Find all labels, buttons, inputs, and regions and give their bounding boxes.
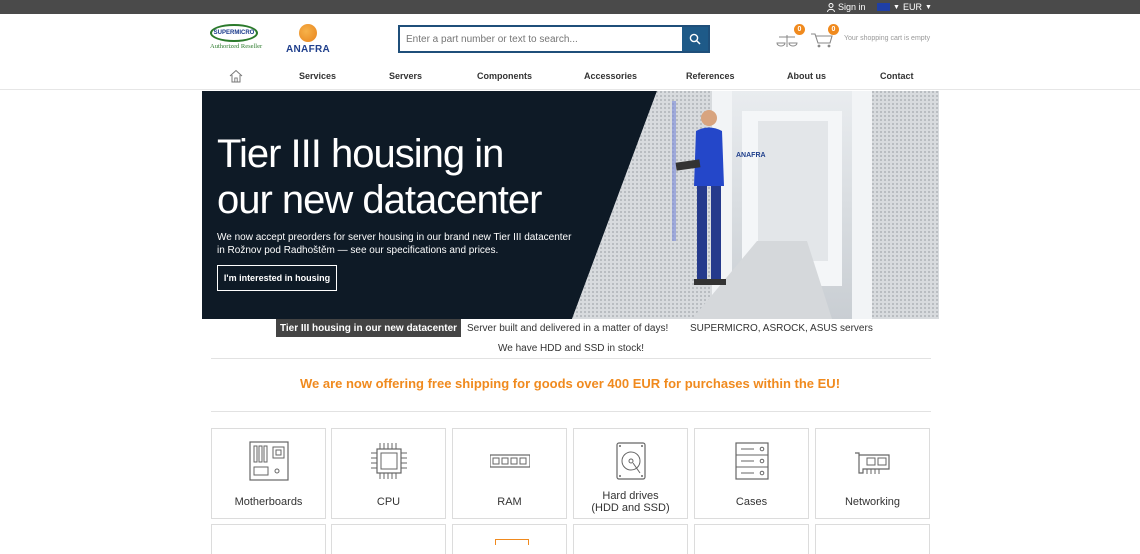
category-label: Motherboards (234, 496, 303, 508)
category-networking[interactable]: Networking (815, 428, 930, 519)
hero-banner[interactable]: Tier III housing in our new datacenter W… (202, 91, 939, 319)
category-tile-partial[interactable] (694, 524, 809, 554)
nav-item-accessories[interactable]: Accessories (584, 71, 637, 81)
chevron-down-icon: ▼ (924, 3, 932, 11)
housing-interest-button[interactable]: I'm interested in housing (217, 265, 337, 291)
category-label: Hard drives (602, 490, 659, 502)
cpu-icon (371, 443, 407, 479)
slider-tab[interactable]: Server built and delivered in a matter o… (467, 323, 668, 334)
search-button[interactable] (682, 27, 708, 51)
currency-selector[interactable]: ▼ EUR ▼ (877, 2, 932, 12)
category-label: Networking (844, 496, 901, 508)
hero-title: Tier III housing in our new datacenter (217, 132, 542, 222)
motherboard-icon (249, 441, 289, 481)
supermicro-logo-subtitle: Authorized Reseller (210, 43, 263, 50)
user-icon (827, 2, 835, 12)
category-label: CPU (376, 496, 401, 508)
cart-button[interactable]: 0 (810, 24, 839, 48)
search-bar (398, 25, 710, 53)
slider-tab[interactable]: SUPERMICRO, ASROCK, ASUS servers (690, 323, 873, 334)
category-tile-partial[interactable] (573, 524, 688, 554)
category-cases[interactable]: Cases (694, 428, 809, 519)
nav-item-about-us[interactable]: About us (787, 71, 826, 81)
server-case-icon (735, 442, 769, 480)
nav-item-contact[interactable]: Contact (880, 71, 914, 81)
slider-tab-active[interactable]: Tier III housing in our new datacenter (276, 319, 461, 337)
cart-count-badge: 0 (828, 24, 839, 35)
main-nav: Services Servers Components Accessories … (0, 64, 1140, 90)
category-cpu[interactable]: CPU (331, 428, 446, 519)
photo-shirt-logo: ANAFRA (736, 152, 766, 159)
category-label-sub: (HDD and SSD) (591, 502, 670, 514)
slider-tab[interactable]: We have HDD and SSD in stock! (498, 343, 644, 354)
datacenter-photo: ANAFRA (572, 91, 939, 319)
category-label: Cases (735, 496, 768, 508)
sign-in-label: Sign in (838, 2, 866, 12)
category-hard-drives[interactable]: Hard drives (HDD and SSD) (573, 428, 688, 519)
anafra-logo[interactable]: ANAFRA (286, 24, 330, 56)
promo-banner: We are now offering free shipping for go… (299, 376, 841, 391)
nav-item-services[interactable]: Services (299, 71, 336, 81)
anafra-logo-text: ANAFRA (286, 44, 331, 55)
category-label: RAM (497, 496, 522, 508)
category-tile-partial[interactable] (211, 524, 326, 554)
nav-item-components[interactable]: Components (477, 71, 532, 81)
nav-item-servers[interactable]: Servers (389, 71, 422, 81)
search-input[interactable] (400, 27, 682, 51)
header: SUPERMICRO Authorized Reseller ANAFRA 0 … (0, 14, 1140, 64)
ram-icon (490, 454, 530, 468)
category-motherboards[interactable]: Motherboards (211, 428, 326, 519)
nav-item-references[interactable]: References (686, 71, 735, 81)
category-icon-partial (495, 539, 529, 545)
hard-drive-icon (616, 442, 646, 480)
divider (211, 358, 931, 359)
cart-status-text: Your shopping cart is empty (844, 35, 931, 42)
supermicro-logo-mark: SUPERMICRO (210, 24, 258, 42)
anafra-logo-mark (299, 24, 317, 42)
supermicro-logo[interactable]: SUPERMICRO Authorized Reseller (210, 24, 272, 56)
category-tile-partial[interactable] (331, 524, 446, 554)
compare-count-badge: 0 (794, 24, 805, 35)
category-ram[interactable]: RAM (452, 428, 567, 519)
hero-description: We now accept preorders for server housi… (217, 232, 572, 256)
compare-scale-icon (776, 35, 798, 47)
chevron-down-icon: ▼ (893, 3, 900, 11)
category-tile-partial[interactable] (815, 524, 930, 554)
currency-label: EUR (902, 2, 922, 12)
compare-button[interactable]: 0 (776, 24, 805, 48)
network-card-icon (855, 452, 890, 474)
category-tile-partial[interactable] (452, 524, 567, 554)
eu-flag-icon (877, 3, 890, 11)
search-icon (689, 33, 701, 45)
slider-tabs: Tier III housing in our new datacenter S… (0, 319, 1140, 359)
divider (211, 411, 931, 412)
sign-in-link[interactable]: Sign in (827, 2, 866, 12)
home-icon (229, 69, 243, 83)
home-link[interactable] (229, 69, 243, 83)
top-bar: Sign in ▼ EUR ▼ (0, 0, 1140, 14)
